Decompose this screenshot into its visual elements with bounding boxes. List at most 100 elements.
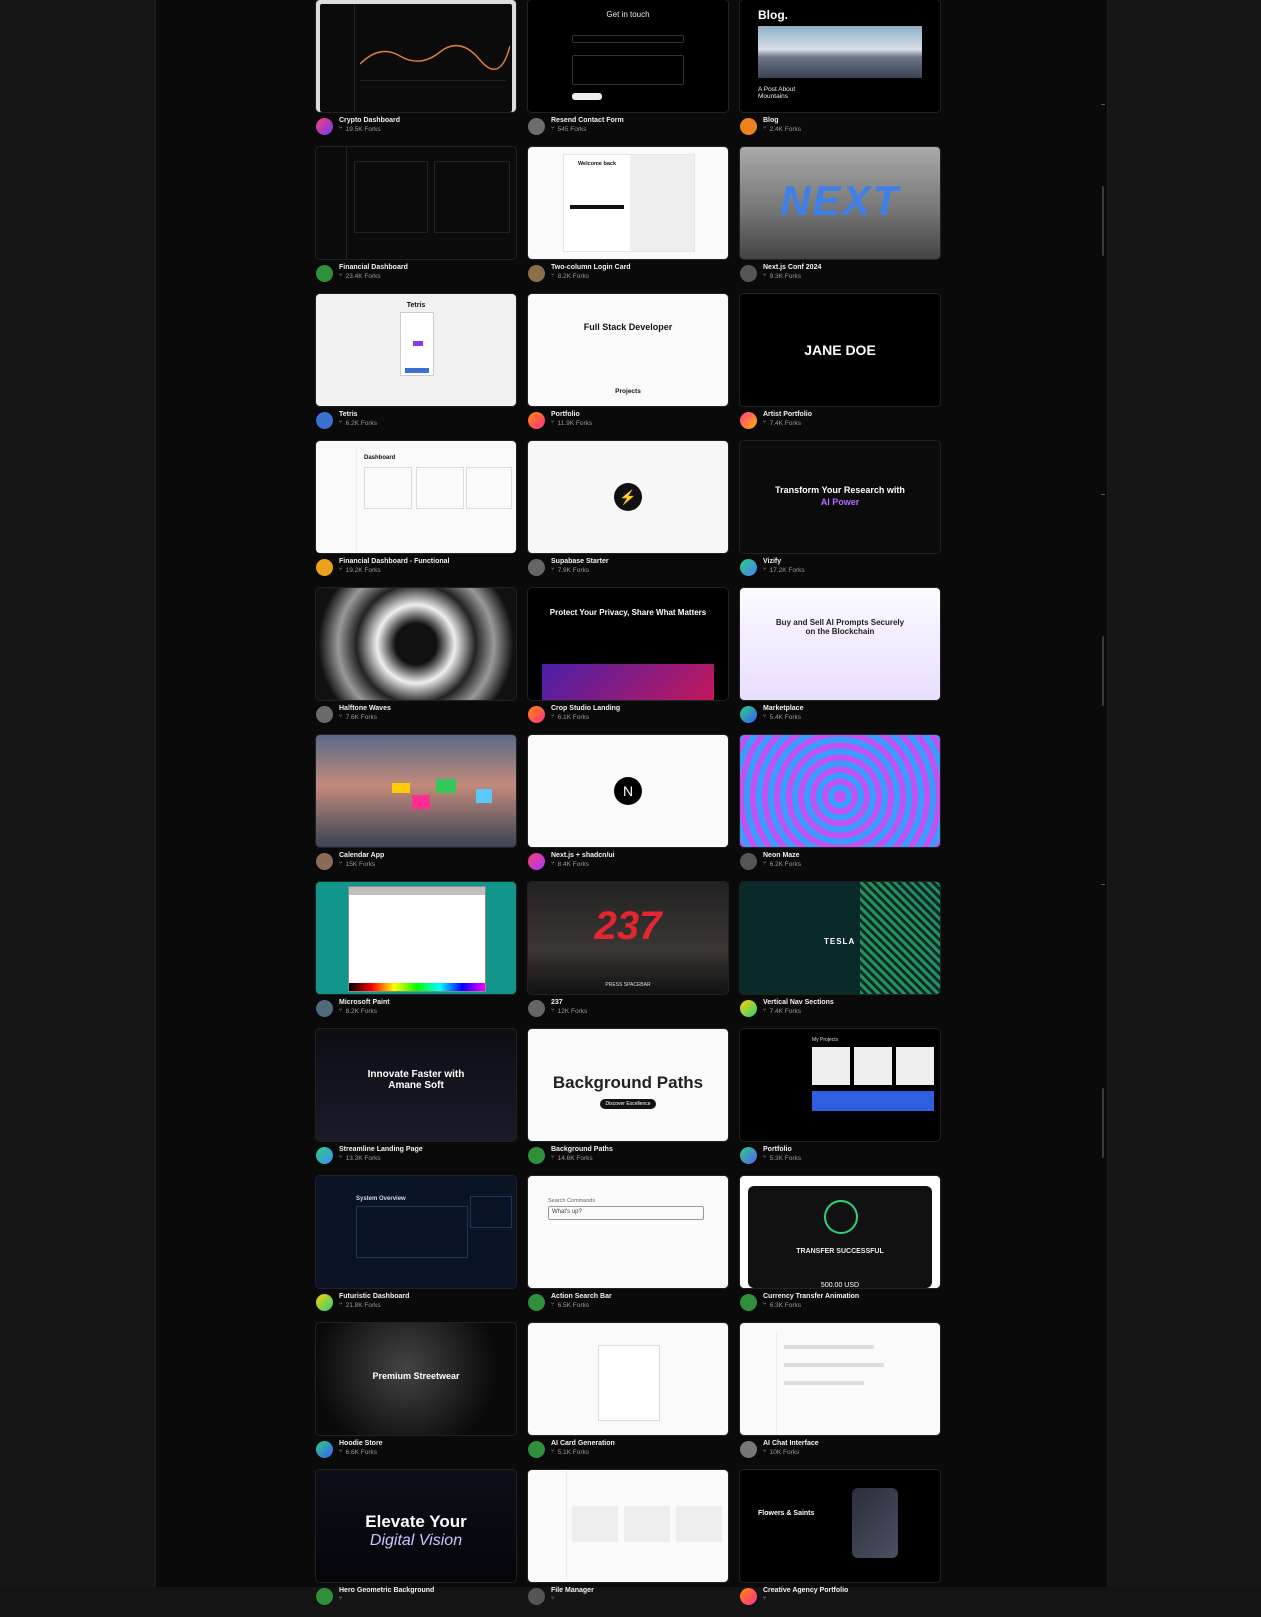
template-thumbnail[interactable]: [316, 588, 516, 700]
author-avatar[interactable]: [528, 1588, 545, 1605]
template-thumbnail[interactable]: System Overview: [316, 1176, 516, 1288]
template-title[interactable]: Hero Geometric Background: [339, 1586, 434, 1595]
template-card[interactable]: NEXT Next.js Conf 2024 ⑂ 9.3K Forks: [740, 147, 940, 294]
template-thumbnail[interactable]: [528, 1323, 728, 1435]
author-avatar[interactable]: [316, 1147, 333, 1164]
template-title[interactable]: AI Card Generation: [551, 1439, 615, 1448]
author-avatar[interactable]: [316, 1000, 333, 1017]
template-title[interactable]: Portfolio: [551, 410, 592, 419]
template-title[interactable]: Crypto Dashboard: [339, 116, 400, 125]
template-thumbnail[interactable]: Welcome back: [528, 147, 728, 259]
template-thumbnail[interactable]: Elevate Your Digital Vision: [316, 1470, 516, 1582]
template-card[interactable]: Blog. A Post About Mountains Blog ⑂ 2.4K…: [740, 0, 940, 147]
template-card[interactable]: Search Commands What's up? Action Search…: [528, 1176, 728, 1323]
template-title[interactable]: Currency Transfer Animation: [763, 1292, 859, 1301]
scrollbar-thumb[interactable]: [1102, 1088, 1104, 1158]
template-card[interactable]: 237 PRESS SPACEBAR 237 ⑂ 12K Forks: [528, 882, 728, 1029]
author-avatar[interactable]: [740, 1294, 757, 1311]
template-thumbnail[interactable]: JANE DOE: [740, 294, 940, 406]
template-card[interactable]: Innovate Faster with Amane Soft Streamli…: [316, 1029, 516, 1176]
author-avatar[interactable]: [316, 1441, 333, 1458]
template-card[interactable]: ⚡ Supabase Starter ⑂ 7.9K Forks: [528, 441, 728, 588]
template-card[interactable]: TRANSFER SUCCESSFUL 500.00 USD Currency T…: [740, 1176, 940, 1323]
author-avatar[interactable]: [740, 412, 757, 429]
author-avatar[interactable]: [740, 1147, 757, 1164]
author-avatar[interactable]: [740, 118, 757, 135]
template-thumbnail[interactable]: Tetris: [316, 294, 516, 406]
template-thumbnail[interactable]: Flowers & Saints: [740, 1470, 940, 1582]
author-avatar[interactable]: [316, 118, 333, 135]
template-title[interactable]: Next.js + shadcn/ui: [551, 851, 615, 860]
template-thumbnail[interactable]: [740, 1323, 940, 1435]
template-title[interactable]: Two-column Login Card: [551, 263, 631, 272]
template-thumbnail[interactable]: Full Stack Developer Projects: [528, 294, 728, 406]
author-avatar[interactable]: [740, 1000, 757, 1017]
template-card[interactable]: AI Card Generation ⑂ 5.1K Forks: [528, 1323, 728, 1470]
template-thumbnail[interactable]: NEXT: [740, 147, 940, 259]
template-thumbnail[interactable]: N: [528, 735, 728, 847]
author-avatar[interactable]: [528, 1147, 545, 1164]
template-title[interactable]: Crop Studio Landing: [551, 704, 620, 713]
template-title[interactable]: Microsoft Paint: [339, 998, 390, 1007]
template-card[interactable]: Premium Streetwear Hoodie Store ⑂ 6.6K F…: [316, 1323, 516, 1470]
template-card[interactable]: Get in touch Resend Contact Form ⑂ 545 F…: [528, 0, 728, 147]
template-card[interactable]: Elevate Your Digital Vision Hero Geometri…: [316, 1470, 516, 1617]
template-title[interactable]: Portfolio: [763, 1145, 801, 1154]
template-title[interactable]: Supabase Starter: [551, 557, 609, 566]
template-thumbnail[interactable]: [316, 882, 516, 994]
template-thumbnail[interactable]: ⚡: [528, 441, 728, 553]
template-thumbnail[interactable]: Innovate Faster with Amane Soft: [316, 1029, 516, 1141]
template-title[interactable]: Streamline Landing Page: [339, 1145, 423, 1154]
template-card[interactable]: Full Stack Developer Projects Portfolio ⑂…: [528, 294, 728, 441]
template-title[interactable]: Vertical Nav Sections: [763, 998, 834, 1007]
template-thumbnail[interactable]: Blog. A Post About Mountains: [740, 0, 940, 112]
template-title[interactable]: Tetris: [339, 410, 377, 419]
template-title[interactable]: Artist Portfolio: [763, 410, 812, 419]
template-card[interactable]: Neon Maze ⑂ 6.2K Forks: [740, 735, 940, 882]
author-avatar[interactable]: [740, 559, 757, 576]
template-title[interactable]: Blog: [763, 116, 801, 125]
template-thumbnail[interactable]: Get in touch: [528, 0, 728, 112]
template-title[interactable]: Halftone Waves: [339, 704, 391, 713]
template-thumbnail[interactable]: [316, 0, 516, 112]
template-thumbnail[interactable]: My Projects: [740, 1029, 940, 1141]
template-title[interactable]: Action Search Bar: [551, 1292, 612, 1301]
template-card[interactable]: TESLA Vertical Nav Sections ⑂ 7.4K Forks: [740, 882, 940, 1029]
template-thumbnail[interactable]: 237 PRESS SPACEBAR: [528, 882, 728, 994]
author-avatar[interactable]: [528, 1000, 545, 1017]
author-avatar[interactable]: [740, 706, 757, 723]
author-avatar[interactable]: [528, 118, 545, 135]
author-avatar[interactable]: [528, 1441, 545, 1458]
author-avatar[interactable]: [528, 706, 545, 723]
template-title[interactable]: Financial Dashboard - Functional: [339, 557, 449, 566]
template-card[interactable]: System Overview Futuristic Dashboard ⑂ 2…: [316, 1176, 516, 1323]
author-avatar[interactable]: [528, 853, 545, 870]
template-card[interactable]: AI Chat Interface ⑂ 10K Forks: [740, 1323, 940, 1470]
template-card[interactable]: Calendar App ⑂ 15K Forks: [316, 735, 516, 882]
template-title[interactable]: Hoodie Store: [339, 1439, 383, 1448]
template-title[interactable]: Marketplace: [763, 704, 803, 713]
template-card[interactable]: Welcome back Two-column Login Card ⑂ 8.2…: [528, 147, 728, 294]
template-thumbnail[interactable]: [316, 147, 516, 259]
template-thumbnail[interactable]: [740, 735, 940, 847]
template-thumbnail[interactable]: Protect Your Privacy, Share What Matters: [528, 588, 728, 700]
author-avatar[interactable]: [316, 1294, 333, 1311]
template-title[interactable]: Calendar App: [339, 851, 384, 860]
author-avatar[interactable]: [316, 853, 333, 870]
template-card[interactable]: Protect Your Privacy, Share What Matters…: [528, 588, 728, 735]
template-thumbnail[interactable]: [316, 735, 516, 847]
template-title[interactable]: Financial Dashboard: [339, 263, 408, 272]
author-avatar[interactable]: [316, 559, 333, 576]
template-card[interactable]: Tetris Tetris ⑂ 6.2K Forks: [316, 294, 516, 441]
author-avatar[interactable]: [740, 265, 757, 282]
template-thumbnail[interactable]: Transform Your Research with AI Power: [740, 441, 940, 553]
template-card[interactable]: Buy and Sell AI Prompts Securely on the …: [740, 588, 940, 735]
template-thumbnail[interactable]: TESLA: [740, 882, 940, 994]
author-avatar[interactable]: [528, 1294, 545, 1311]
template-title[interactable]: Futuristic Dashboard: [339, 1292, 409, 1301]
template-title[interactable]: 237: [551, 998, 587, 1007]
template-thumbnail[interactable]: Buy and Sell AI Prompts Securely on the …: [740, 588, 940, 700]
template-title[interactable]: Neon Maze: [763, 851, 801, 860]
template-card[interactable]: File Manager ⑂: [528, 1470, 728, 1617]
template-card[interactable]: JANE DOE Artist Portfolio ⑂ 7.4K Forks: [740, 294, 940, 441]
